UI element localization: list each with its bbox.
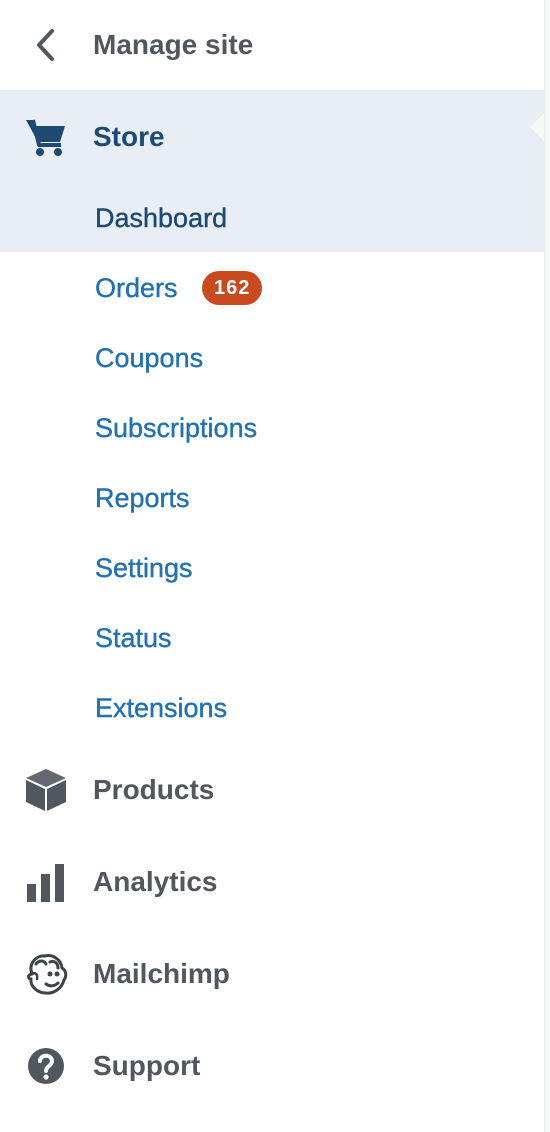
submenu-item-reports[interactable]: Reports [0, 463, 544, 533]
submenu-label: Extensions [95, 692, 228, 723]
analytics-label: Analytics [93, 866, 218, 897]
mailchimp-icon [23, 951, 69, 997]
submenu-label: Settings [95, 552, 193, 583]
cart-icon [23, 114, 69, 160]
sidebar-item-mailchimp[interactable]: Mailchimp [0, 928, 544, 1020]
help-icon [23, 1043, 69, 1089]
box-icon [23, 767, 69, 813]
sidebar-item-analytics[interactable]: Analytics [0, 836, 544, 928]
submenu-item-dashboard[interactable]: Dashboard [0, 183, 544, 253]
submenu-label: Status [95, 622, 172, 653]
submenu-label: Subscriptions [95, 412, 258, 443]
content-edge [544, 0, 550, 1132]
bar-chart-icon [23, 859, 69, 905]
orders-count-badge: 162 [202, 271, 263, 305]
manage-site-link[interactable]: Manage site [0, 0, 544, 90]
submenu-item-subscriptions[interactable]: Subscriptions [0, 393, 544, 463]
submenu-label: Reports [95, 482, 190, 513]
sidebar: Manage site Store Dashboard Orders 162 C… [0, 0, 550, 1132]
chevron-left-icon [23, 22, 69, 68]
submenu-item-status[interactable]: Status [0, 603, 544, 673]
store-label: Store [93, 121, 165, 152]
support-label: Support [93, 1050, 201, 1081]
sidebar-item-store[interactable]: Store [0, 90, 544, 184]
submenu-item-settings[interactable]: Settings [0, 533, 544, 603]
submenu-item-orders[interactable]: Orders 162 [0, 253, 544, 323]
submenu-label: Dashboard [95, 202, 228, 233]
sidebar-item-products[interactable]: Products [0, 744, 544, 836]
mailchimp-label: Mailchimp [93, 958, 230, 989]
submenu-label: Orders [95, 272, 178, 303]
submenu-item-extensions[interactable]: Extensions [0, 673, 544, 743]
sidebar-item-support[interactable]: Support [0, 1020, 544, 1112]
submenu-item-coupons[interactable]: Coupons [0, 323, 544, 393]
products-label: Products [93, 774, 215, 805]
manage-site-label: Manage site [93, 29, 254, 60]
submenu-label: Coupons [95, 342, 204, 373]
